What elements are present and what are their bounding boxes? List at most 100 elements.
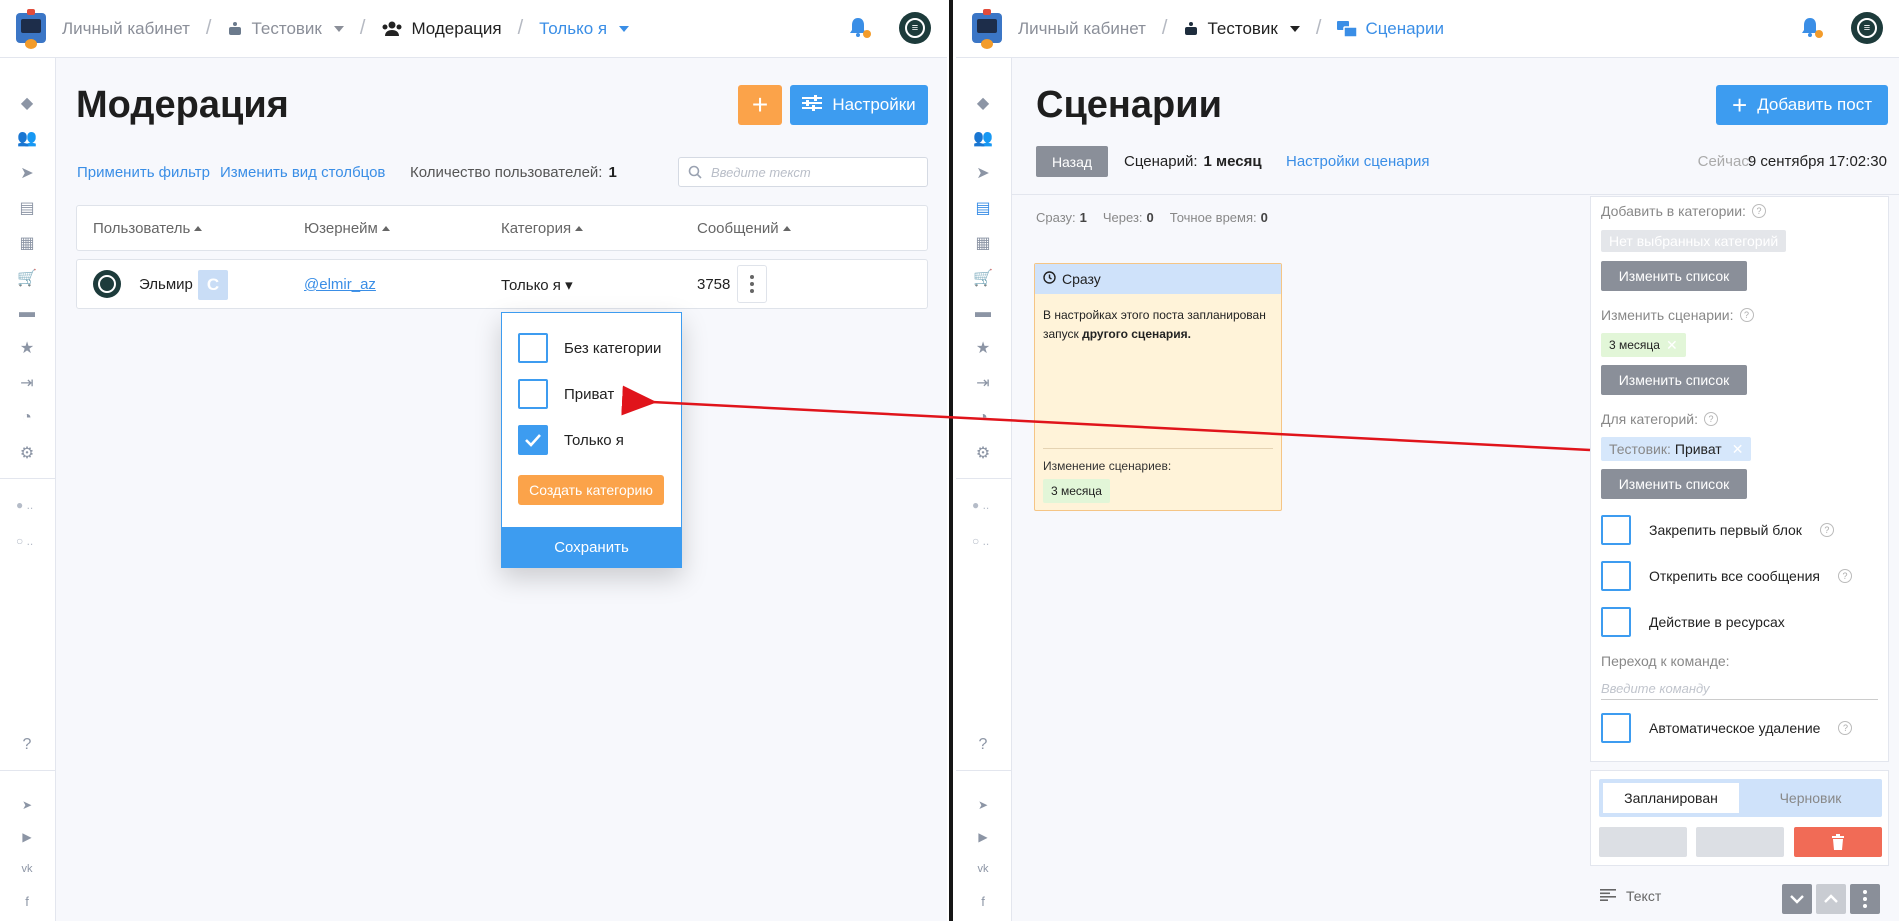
- help-icon[interactable]: ?: [1838, 721, 1853, 735]
- send-icon[interactable]: ➤: [16, 162, 38, 184]
- comment-icon[interactable]: ○ ..: [972, 534, 1002, 550]
- checkbox[interactable]: [1601, 713, 1631, 743]
- checkbox[interactable]: [518, 333, 548, 363]
- youtube-icon[interactable]: ▶: [16, 826, 38, 848]
- status-draft-tab[interactable]: Черновик: [1743, 783, 1878, 813]
- back-button[interactable]: Назад: [1036, 146, 1108, 177]
- help-icon[interactable]: ?: [1819, 523, 1834, 537]
- checkbox[interactable]: [1601, 607, 1631, 637]
- help-icon[interactable]: ?: [972, 734, 994, 756]
- breadcrumb-bot[interactable]: Тестовик: [227, 19, 344, 39]
- user-avatar[interactable]: ≡: [899, 12, 931, 44]
- close-icon[interactable]: ✕: [1732, 441, 1744, 458]
- checkbox[interactable]: [518, 379, 548, 409]
- create-category-button[interactable]: Создать категорию: [518, 475, 664, 505]
- pin-first-block-checkbox[interactable]: Закрепить первый блок?: [1601, 515, 1834, 545]
- change-columns-link[interactable]: Изменить вид столбцов: [220, 164, 385, 181]
- category-select[interactable]: Только я ▾: [501, 276, 573, 294]
- category-option-none[interactable]: Без категории: [518, 333, 661, 363]
- column-messages[interactable]: Сообщений: [697, 220, 791, 237]
- change-list-button[interactable]: Изменить список: [1601, 469, 1747, 499]
- notifications-bell-icon[interactable]: [1799, 16, 1823, 40]
- breadcrumb-cabinet[interactable]: Личный кабинет: [62, 19, 190, 39]
- auto-delete-checkbox[interactable]: Автоматическое удаление?: [1601, 713, 1853, 743]
- dashboard-icon[interactable]: ▦: [16, 232, 38, 254]
- help-icon[interactable]: ?: [16, 734, 38, 756]
- more-options-button[interactable]: [737, 265, 767, 303]
- action-button[interactable]: [1599, 827, 1687, 857]
- table-row[interactable]: Эльмир С @elmir_az Только я ▾ 3758: [76, 259, 928, 309]
- change-list-button[interactable]: Изменить список: [1601, 261, 1747, 291]
- vk-icon[interactable]: vk: [16, 858, 38, 880]
- breadcrumb-filter[interactable]: Только я: [539, 19, 630, 39]
- checkbox-checked[interactable]: [518, 425, 548, 455]
- unpin-all-checkbox[interactable]: Открепить все сообщения?: [1601, 561, 1852, 591]
- comment-icon[interactable]: ○ ..: [16, 534, 46, 550]
- vk-icon[interactable]: vk: [972, 858, 994, 880]
- close-icon[interactable]: ✕: [1666, 337, 1678, 354]
- telegram-icon[interactable]: ➤: [16, 794, 38, 816]
- bot-icon[interactable]: ◆: [16, 92, 38, 114]
- change-list-button[interactable]: Изменить список: [1601, 365, 1747, 395]
- add-post-button[interactable]: + Добавить пост: [1716, 85, 1888, 125]
- telegram-icon[interactable]: ➤: [972, 794, 994, 816]
- apply-filter-link[interactable]: Применить фильтр: [77, 164, 210, 181]
- delete-button[interactable]: [1794, 827, 1882, 857]
- move-down-button[interactable]: [1782, 884, 1812, 914]
- chat-icon[interactable]: ▬: [16, 302, 38, 324]
- category-option-only-me[interactable]: Только я: [518, 425, 624, 455]
- more-options-button[interactable]: [1850, 884, 1880, 914]
- user-avatar[interactable]: ≡: [1851, 12, 1883, 44]
- username-link[interactable]: @elmir_az: [304, 276, 376, 293]
- help-icon[interactable]: ?: [1739, 308, 1754, 322]
- column-username[interactable]: Юзернейм: [304, 220, 390, 237]
- notifications-bell-icon[interactable]: [847, 16, 871, 40]
- scenario-settings-link[interactable]: Настройки сценария: [1286, 153, 1429, 170]
- column-user[interactable]: Пользователь: [93, 220, 203, 237]
- save-button[interactable]: Сохранить: [502, 527, 681, 567]
- dashboard-icon[interactable]: ▦: [972, 232, 994, 254]
- help-icon[interactable]: ?: [1751, 204, 1766, 218]
- app-logo-icon[interactable]: [14, 8, 48, 49]
- action-button[interactable]: [1696, 827, 1784, 857]
- send-icon[interactable]: ➤: [972, 162, 994, 184]
- chat-bubble-icon[interactable]: ● ..: [16, 498, 46, 514]
- post-card[interactable]: Сразу В настройках этого поста запланиро…: [1034, 263, 1282, 511]
- gear-icon[interactable]: ⚙: [16, 442, 38, 464]
- scenarios-icon[interactable]: ▤: [972, 197, 994, 219]
- login-icon[interactable]: ⇥: [16, 372, 38, 394]
- cart-icon[interactable]: 🛒: [16, 267, 38, 289]
- settings-button[interactable]: Настройки: [790, 85, 928, 125]
- pie-chart-icon[interactable]: ◔: [972, 407, 994, 429]
- search-input[interactable]: Введите текст: [678, 157, 928, 187]
- facebook-icon[interactable]: f: [16, 890, 38, 912]
- help-icon[interactable]: ?: [1703, 412, 1718, 426]
- login-icon[interactable]: ⇥: [972, 372, 994, 394]
- breadcrumb-bot[interactable]: Тестовик: [1183, 19, 1300, 39]
- cart-icon[interactable]: 🛒: [972, 267, 994, 289]
- users-icon[interactable]: 👥: [16, 127, 38, 149]
- column-category[interactable]: Категория: [501, 220, 584, 237]
- add-button[interactable]: +: [738, 85, 782, 125]
- chat-bubble-icon[interactable]: ● ..: [972, 498, 1002, 514]
- status-planned-tab[interactable]: Запланирован: [1603, 783, 1739, 813]
- star-icon[interactable]: ★: [972, 337, 994, 359]
- app-logo-icon[interactable]: [970, 8, 1004, 49]
- users-icon[interactable]: 👥: [972, 127, 994, 149]
- breadcrumb-section[interactable]: Модерация: [381, 19, 502, 39]
- gear-icon[interactable]: ⚙: [972, 442, 994, 464]
- youtube-icon[interactable]: ▶: [972, 826, 994, 848]
- breadcrumb-section[interactable]: Сценарии: [1337, 19, 1444, 39]
- goto-command-input[interactable]: Введите команду: [1601, 681, 1710, 696]
- checkbox[interactable]: [1601, 561, 1631, 591]
- resource-action-checkbox[interactable]: Действие в ресурсах: [1601, 607, 1785, 637]
- scenarios-icon[interactable]: ▤: [16, 197, 38, 219]
- chat-icon[interactable]: ▬: [972, 302, 994, 324]
- breadcrumb-cabinet[interactable]: Личный кабинет: [1018, 19, 1146, 39]
- checkbox[interactable]: [1601, 515, 1631, 545]
- bot-icon[interactable]: ◆: [972, 92, 994, 114]
- pie-chart-icon[interactable]: ◔: [16, 407, 38, 429]
- star-icon[interactable]: ★: [16, 337, 38, 359]
- move-up-button[interactable]: [1816, 884, 1846, 914]
- category-option-private[interactable]: Приват: [518, 379, 614, 409]
